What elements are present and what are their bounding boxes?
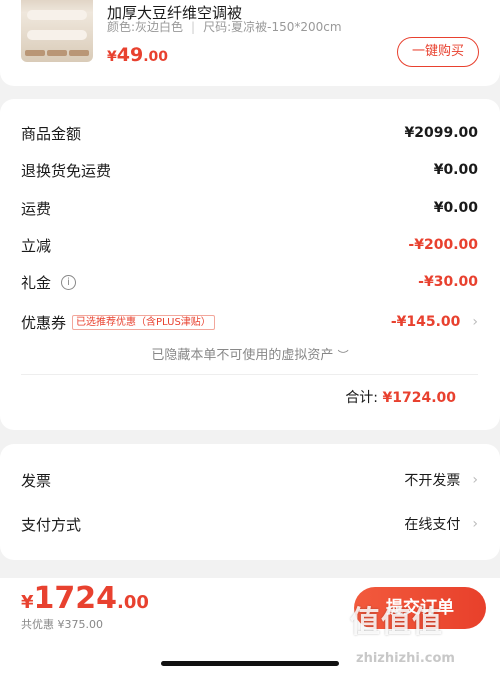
- amount-row-coupon[interactable]: 优惠券 已选推荐优惠（含PLUS津贴） -¥145.00 ›: [21, 310, 478, 334]
- chevron-down-icon: ︶: [337, 349, 349, 362]
- amount-row-shipping: 运费 ¥0.00: [21, 199, 478, 218]
- hidden-assets-note[interactable]: 已隐藏本单不可使用的虚拟资产 ︶: [0, 344, 500, 363]
- product-price: ¥49.00: [107, 44, 169, 66]
- amount-row-gift-money[interactable]: 礼金 i -¥30.00: [21, 270, 478, 294]
- one-click-buy-button[interactable]: 一键购买: [397, 37, 479, 67]
- chevron-right-icon: ›: [472, 314, 478, 330]
- product-thumbnail[interactable]: [21, 0, 93, 62]
- product-spec: 颜色:灰边白色 | 尺码:夏凉被-150*200cm: [107, 20, 342, 34]
- amount-row-discount: 立减 -¥200.00: [21, 236, 478, 255]
- chevron-right-icon: ›: [472, 516, 478, 532]
- footer-saving: 共优惠 ¥375.00: [21, 618, 103, 631]
- watermark-url: zhizhizhi.com: [356, 651, 455, 666]
- amount-card: 商品金额 ¥2099.00 退换货免运费 ¥0.00 运费 ¥0.00 立减 -…: [0, 99, 500, 430]
- amount-row-return-shipping: 退换货免运费 ¥0.00: [21, 161, 478, 180]
- divider: [21, 374, 478, 375]
- invoice-row[interactable]: 发票 不开发票 ›: [21, 468, 478, 492]
- coupon-recommend-tag: 已选推荐优惠（含PLUS津贴）: [72, 314, 215, 330]
- options-card: 发票 不开发票 › 支付方式 在线支付 ›: [0, 444, 500, 560]
- product-color: 颜色:灰边白色: [107, 20, 184, 34]
- payment-method-row[interactable]: 支付方式 在线支付 ›: [21, 512, 478, 536]
- total-amount: ¥1724.00: [382, 390, 456, 406]
- home-indicator[interactable]: [161, 661, 339, 666]
- footer-total-price: ¥1724.00: [21, 581, 149, 616]
- info-icon[interactable]: i: [61, 274, 77, 290]
- product-card: 加厚大豆纤维空调被 颜色:灰边白色 | 尺码:夏凉被-150*200cm ¥49.0…: [0, 0, 500, 86]
- chevron-right-icon: ›: [472, 472, 478, 488]
- watermark-logo: 值值值: [350, 605, 443, 640]
- amount-row-goods: 商品金额 ¥2099.00: [21, 124, 478, 143]
- product-size: 尺码:夏凉被-150*200cm: [203, 20, 342, 34]
- total-row: 合计: ¥1724.00: [345, 390, 456, 406]
